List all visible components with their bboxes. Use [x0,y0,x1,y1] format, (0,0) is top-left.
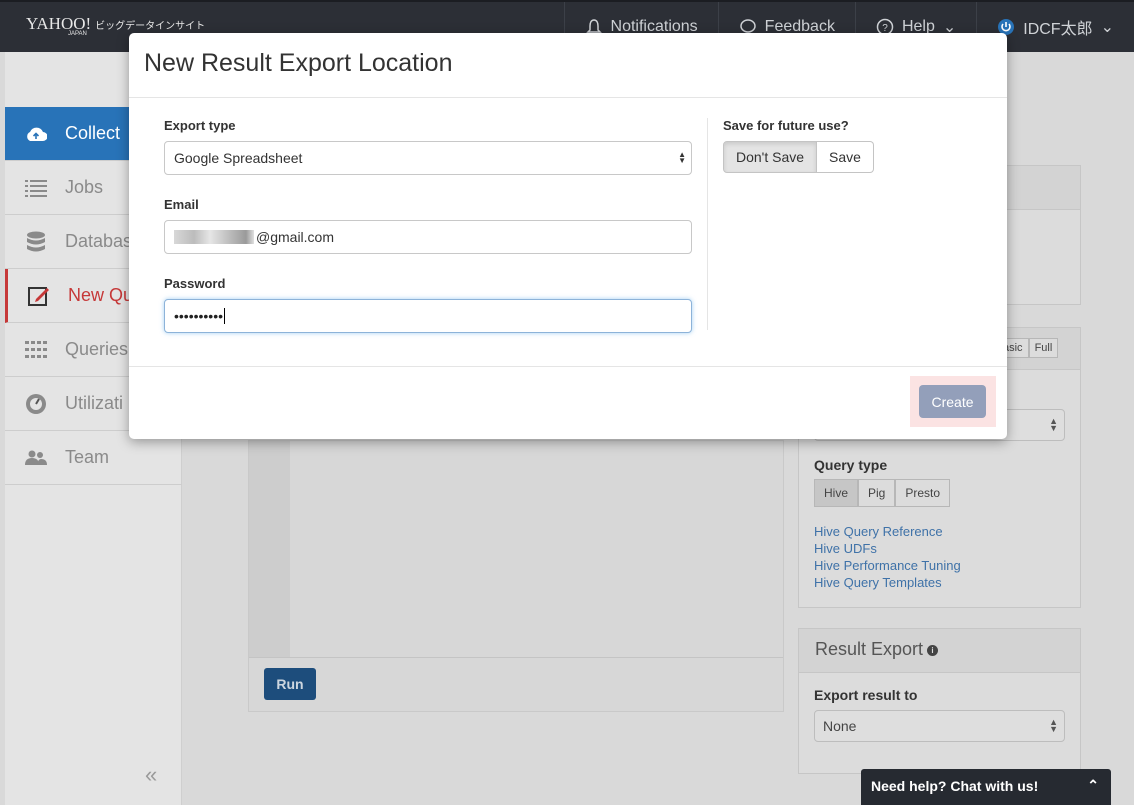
run-button[interactable]: Run [264,668,316,700]
query-type-label: Query type [814,457,888,473]
yahoo-logo[interactable]: YAHOO! ビッグデータインサイト JAPAN [26,14,206,37]
export-type-value: Google Spreadsheet [174,150,303,166]
logo-japan: JAPAN [68,31,87,37]
export-location-modal: New Result Export Location Export type G… [129,33,1007,439]
dont-save-button[interactable]: Don't Save [723,141,818,173]
query-type-presto[interactable]: Presto [895,479,951,507]
select-arrows-icon: ▲ ▼ [1049,416,1058,433]
create-button-highlight: Create [910,376,996,427]
save-toggle-group: Don't Save Save [723,141,983,173]
link-hive-query-reference[interactable]: Hive Query Reference [814,523,961,540]
list-icon [25,177,47,199]
email-field[interactable]: @gmail.com [164,220,692,254]
cloud-upload-icon [25,123,47,145]
select-arrows-icon: ▲ ▼ [1049,717,1058,734]
modal-body: Export type Google Spreadsheet ▲ ▼ Email … [129,98,1007,366]
select-arrows-icon: ▲ ▼ [678,150,686,165]
export-result-select[interactable]: None ▲ ▼ [814,710,1065,742]
result-export-header: Result Export i [799,629,1080,673]
save-future-label: Save for future use? [723,118,849,133]
database-icon [25,231,47,253]
modal-header: New Result Export Location [129,33,1007,98]
export-result-value: None [823,718,857,734]
result-export-title: Result Export [815,639,924,659]
password-value: •••••••••• [174,308,224,324]
sidebar-item-label: Jobs [65,177,104,197]
email-value: @gmail.com [256,229,335,245]
chat-label: Need help? Chat with us! [871,778,1039,794]
modal-footer: Create [129,366,1007,439]
sidebar-item-team[interactable]: Team [5,431,182,485]
query-type-group: Hive Pig Presto [814,479,951,507]
query-editor[interactable] [248,440,784,712]
collapse-sidebar-button[interactable]: « [145,762,157,788]
sidebar-item-label: New Qu [68,285,134,305]
link-hive-performance-tuning[interactable]: Hive Performance Tuning [814,557,961,574]
sidebar-item-label: Collect [65,123,121,143]
mode-full-button[interactable]: Full [1028,338,1059,358]
user-name: IDCF太郎 [1023,21,1093,38]
query-type-hive[interactable]: Hive [814,479,859,507]
sidebar-item-label: Queries [65,339,129,359]
chevron-down-icon: ⌄ [1100,19,1114,36]
email-label: Email [164,197,199,212]
form-left-column: Export type Google Spreadsheet ▲ ▼ Email … [164,118,692,355]
users-icon [25,447,47,469]
save-button[interactable]: Save [817,141,874,173]
form-right-column: Save for future use? Don't Save Save [723,118,983,173]
grid-icon [25,339,47,361]
text-caret [224,308,226,324]
gauge-icon [25,393,47,415]
password-field[interactable]: •••••••••• [164,299,692,333]
column-divider [707,118,708,330]
edit-icon [28,285,50,307]
sidebar-item-label: Team [65,447,110,467]
link-hive-udfs[interactable]: Hive UDFs [814,540,961,557]
sidebar-item-label: Utilizati [65,393,124,413]
hive-links: Hive Query Reference Hive UDFs Hive Perf… [814,523,961,591]
query-type-pig[interactable]: Pig [858,479,896,507]
editor-footer-divider [249,657,783,658]
redacted-email-user [174,230,254,244]
logo-subtitle: ビッグデータインサイト [95,21,206,32]
create-button[interactable]: Create [919,385,986,418]
export-type-select[interactable]: Google Spreadsheet ▲ ▼ [164,141,692,175]
link-hive-query-templates[interactable]: Hive Query Templates [814,574,961,591]
sidebar-item-label: Databas [65,231,133,251]
export-type-label: Export type [164,118,236,133]
modal-title: New Result Export Location [144,49,453,77]
chat-widget[interactable]: Need help? Chat with us! ⌃ [861,769,1111,805]
chevron-up-icon: ⌃ [1087,777,1099,793]
editor-gutter [249,441,290,657]
export-result-label: Export result to [814,687,918,703]
info-icon[interactable]: i [927,644,939,656]
password-label: Password [164,276,226,291]
